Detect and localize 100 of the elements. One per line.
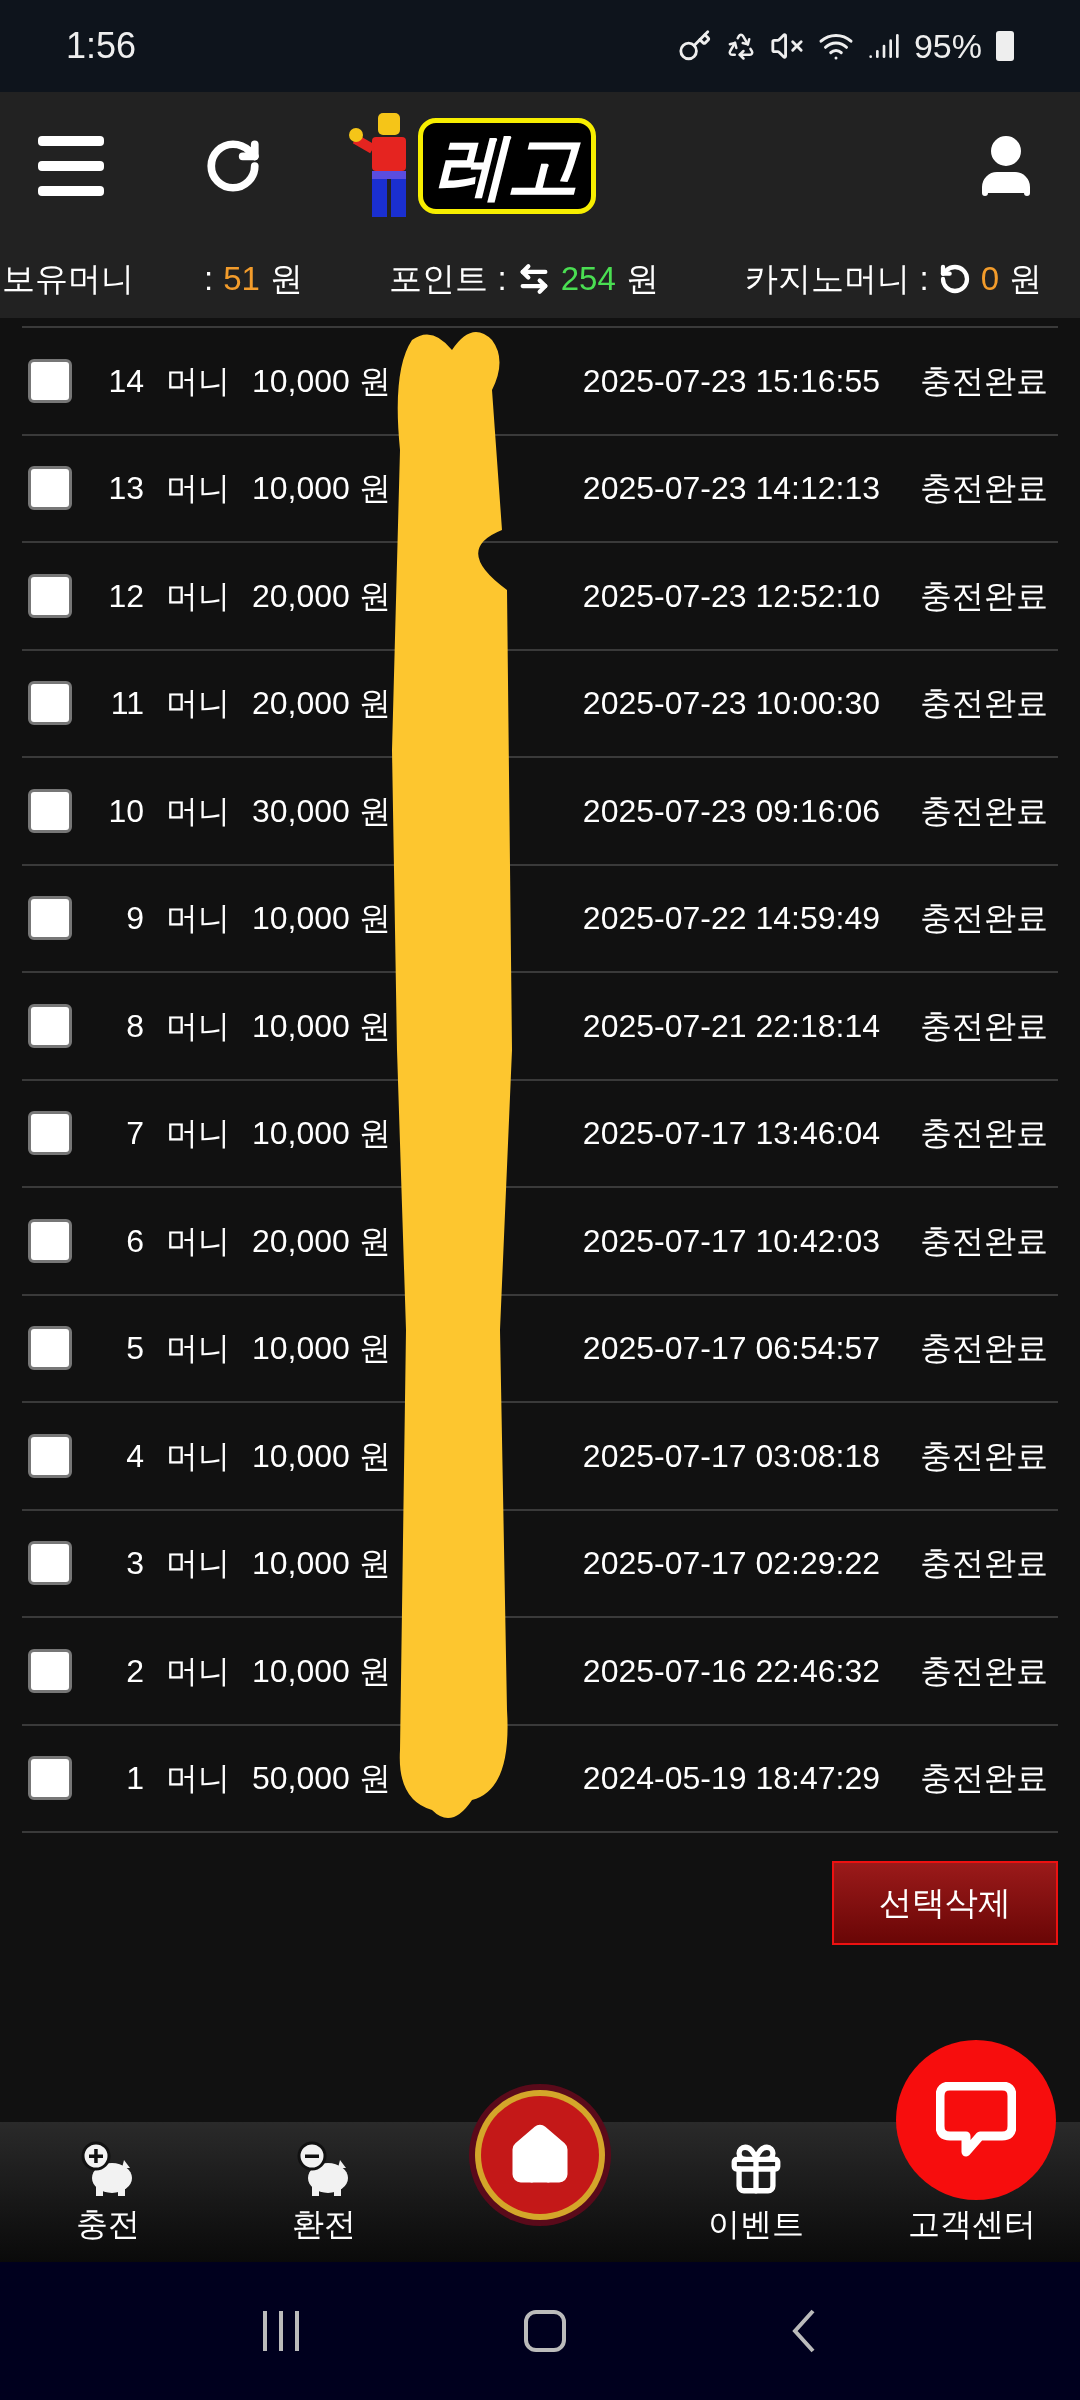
row-date: 2025-07-23 14:12:13 xyxy=(582,469,880,509)
chat-bubble-icon xyxy=(936,2082,1016,2158)
battery-icon xyxy=(996,31,1014,61)
row-type: 머니 xyxy=(166,1544,230,1584)
row-status: 충전완료 xyxy=(920,1651,1048,1691)
row-number: 4 xyxy=(125,1436,145,1476)
row-type: 머니 xyxy=(166,1329,230,1369)
refresh-button[interactable] xyxy=(204,137,262,195)
row-status: 충전완료 xyxy=(920,899,1048,939)
row-type: 머니 xyxy=(166,361,230,401)
row-number: 6 xyxy=(125,1221,145,1261)
row-amount: 20,000 원 xyxy=(252,576,391,616)
row-status: 충전완료 xyxy=(920,361,1048,401)
row-date: 2025-07-21 22:18:14 xyxy=(582,1006,880,1046)
row-checkbox[interactable] xyxy=(28,1003,72,1048)
row-type: 머니 xyxy=(166,899,230,939)
balance-unit: 원 xyxy=(1009,259,1042,300)
row-date: 2025-07-17 10:42:03 xyxy=(582,1221,880,1261)
row-status: 충전완료 xyxy=(920,1329,1048,1369)
row-type: 머니 xyxy=(166,469,230,509)
row-amount: 20,000 원 xyxy=(252,1221,391,1261)
row-checkbox[interactable] xyxy=(28,681,72,726)
row-type: 머니 xyxy=(166,1006,230,1046)
row-type: 머니 xyxy=(166,791,230,831)
nav-tab[interactable]: 환전 xyxy=(216,2138,432,2248)
row-amount: 10,000 원 xyxy=(252,1651,391,1691)
row-checkbox[interactable] xyxy=(28,788,72,833)
row-number: 10 xyxy=(107,791,145,831)
row-status: 충전완료 xyxy=(920,1006,1048,1046)
row-checkbox[interactable] xyxy=(28,1541,72,1586)
row-date: 2025-07-17 13:46:04 xyxy=(582,1114,880,1154)
row-status: 충전완료 xyxy=(920,684,1048,724)
balance-value: 254 xyxy=(560,259,616,300)
row-type: 머니 xyxy=(166,1114,230,1154)
row-amount: 10,000 원 xyxy=(252,361,391,401)
row-date: 2025-07-23 15:16:55 xyxy=(582,361,880,401)
row-status: 충전완료 xyxy=(920,1759,1048,1799)
balance-value: 51 xyxy=(223,259,260,300)
row-type: 머니 xyxy=(166,576,230,616)
recent-apps-icon[interactable] xyxy=(262,2311,299,2351)
home-nav-icon[interactable] xyxy=(524,2310,566,2352)
balance-value: 0 xyxy=(980,259,999,300)
row-status: 충전완료 xyxy=(920,1114,1048,1154)
row-checkbox[interactable] xyxy=(28,1433,72,1478)
row-checkbox[interactable] xyxy=(28,1756,72,1801)
row-checkbox[interactable] xyxy=(28,573,72,618)
nav-tab[interactable]: 이벤트 xyxy=(648,2140,864,2248)
row-date: 2025-07-23 09:16:06 xyxy=(582,791,880,831)
row-amount: 30,000 원 xyxy=(252,791,391,831)
row-number: 7 xyxy=(125,1114,145,1154)
row-date: 2025-07-17 02:29:22 xyxy=(582,1544,880,1584)
row-type: 머니 xyxy=(166,1759,230,1799)
row-number: 9 xyxy=(125,899,145,939)
row-date: 2025-07-16 22:46:32 xyxy=(582,1651,880,1691)
row-checkbox[interactable] xyxy=(28,358,72,403)
row-amount: 10,000 원 xyxy=(252,899,391,939)
delete-selected-button[interactable]: 선택삭제 xyxy=(832,1861,1058,1945)
row-date: 2025-07-22 14:59:49 xyxy=(582,899,880,939)
balance-label: 카지노머니 : xyxy=(745,259,929,300)
balance-unit: 원 xyxy=(625,259,659,300)
row-number: 1 xyxy=(125,1759,145,1799)
row-amount: 10,000 원 xyxy=(252,1329,391,1369)
menu-button[interactable] xyxy=(38,136,104,196)
support-tab[interactable]: 고객센터 xyxy=(908,2200,1036,2248)
row-checkbox[interactable] xyxy=(28,1218,72,1263)
reset-icon xyxy=(938,263,971,295)
row-amount: 10,000 원 xyxy=(252,1544,391,1584)
balance-separator: : xyxy=(204,259,214,300)
nav-tab[interactable]: 충전 xyxy=(0,2138,216,2248)
row-number: 12 xyxy=(107,576,145,616)
row-number: 8 xyxy=(125,1006,145,1046)
row-status: 충전완료 xyxy=(920,1436,1048,1476)
logo-text: 레고 xyxy=(418,118,596,214)
row-date: 2025-07-17 03:08:18 xyxy=(582,1436,880,1476)
row-number: 2 xyxy=(125,1651,145,1691)
battery-saver-icon xyxy=(725,31,756,61)
row-date: 2025-07-23 10:00:30 xyxy=(582,684,880,724)
row-number: 5 xyxy=(125,1329,145,1369)
row-status: 충전완료 xyxy=(920,576,1048,616)
row-number: 3 xyxy=(125,1544,145,1584)
row-checkbox[interactable] xyxy=(28,896,72,941)
key-icon xyxy=(677,29,712,63)
row-amount: 10,000 원 xyxy=(252,1006,391,1046)
row-status: 충전완료 xyxy=(920,791,1048,831)
battery-percent: 95% xyxy=(913,25,982,67)
row-type: 머니 xyxy=(166,1436,230,1476)
row-amount: 10,000 원 xyxy=(252,1114,391,1154)
balance-label: 보유머니 xyxy=(2,259,134,300)
row-status: 충전완료 xyxy=(920,1544,1048,1584)
row-amount: 10,000 원 xyxy=(252,1436,391,1476)
row-checkbox[interactable] xyxy=(28,1111,72,1156)
row-number: 11 xyxy=(109,684,145,724)
row-checkbox[interactable] xyxy=(28,1648,72,1693)
row-checkbox[interactable] xyxy=(28,466,72,511)
row-date: 2025-07-17 06:54:57 xyxy=(582,1329,880,1369)
row-checkbox[interactable] xyxy=(28,1326,72,1371)
row-number: 13 xyxy=(107,469,145,509)
row-date: 2025-07-23 12:52:10 xyxy=(582,576,880,616)
row-amount: 20,000 원 xyxy=(252,684,391,724)
row-status: 충전완료 xyxy=(920,469,1048,509)
